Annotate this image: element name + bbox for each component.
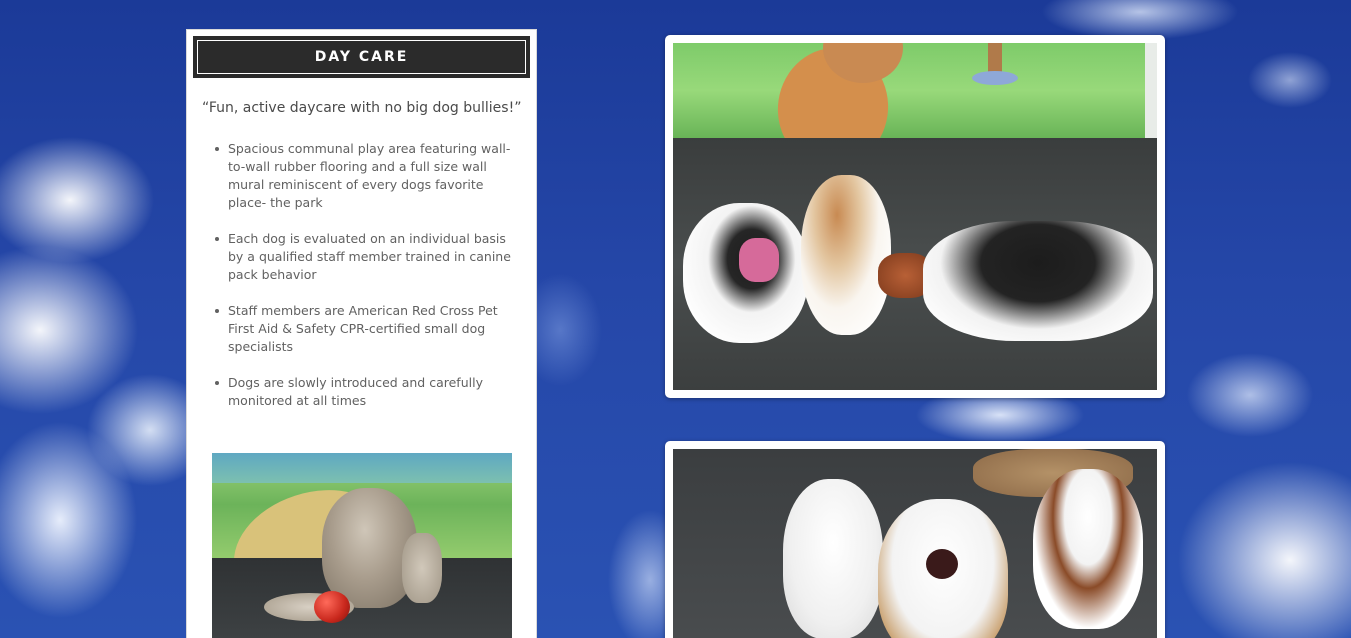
right-photo-bottom: [673, 449, 1157, 638]
cavalier-dog: [1033, 469, 1143, 629]
spaniel-dog: [923, 221, 1153, 341]
tagline-quote: “Fun, active daycare with no big dog bul…: [202, 100, 522, 116]
feature-item: Staff members are American Red Cross Pet…: [215, 302, 517, 356]
open-mouth: [926, 549, 958, 579]
feature-item: Spacious communal play area featuring wa…: [215, 140, 517, 212]
right-photo-top: [673, 43, 1157, 390]
feature-item: Dogs are slowly introduced and carefully…: [215, 374, 517, 410]
photo-frame-top[interactable]: [665, 35, 1165, 398]
panel-header: DAY CARE: [193, 36, 530, 78]
panel-photo[interactable]: [212, 453, 512, 638]
pink-collar: [739, 238, 779, 282]
feature-list: Spacious communal play area featuring wa…: [202, 140, 517, 428]
panel-title: DAY CARE: [314, 49, 409, 65]
day-care-panel: DAY CARE “Fun, active daycare with no bi…: [186, 29, 537, 638]
red-ball: [314, 591, 350, 623]
feature-item: Each dog is evaluated on an individual b…: [215, 230, 517, 284]
spaniel-dog: [801, 175, 891, 335]
photo-frame-bottom[interactable]: [665, 441, 1165, 638]
panel-header-border: DAY CARE: [197, 40, 526, 74]
westie-dog: [783, 479, 883, 638]
